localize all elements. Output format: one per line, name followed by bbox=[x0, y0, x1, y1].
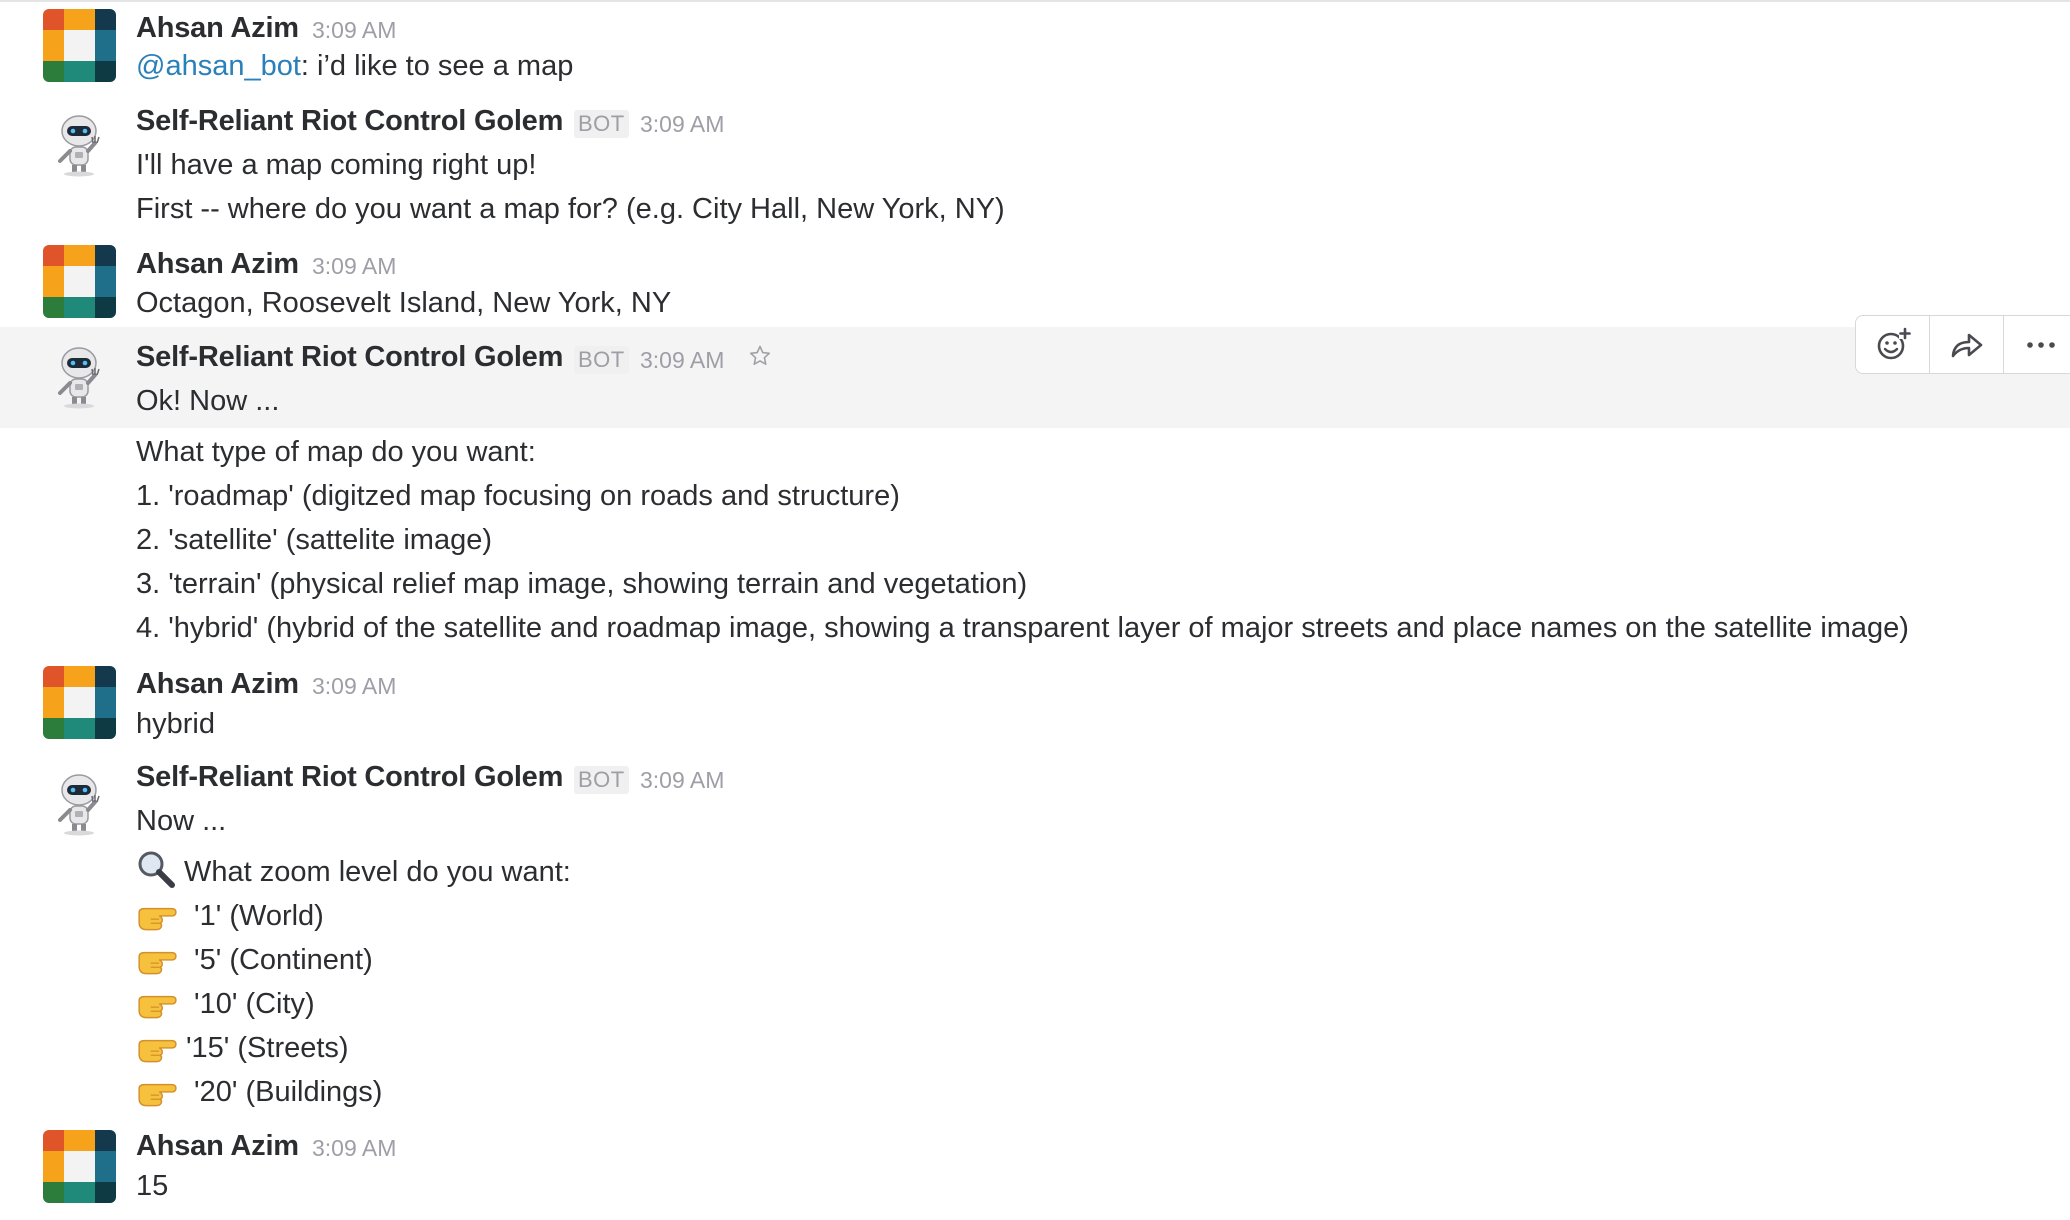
author-name[interactable]: Self-Reliant Riot Control Golem bbox=[136, 761, 563, 794]
author-name[interactable]: Self-Reliant Riot Control Golem bbox=[136, 341, 563, 374]
message-line: 1. 'roadmap' (digitzed map focusing on r… bbox=[136, 480, 900, 512]
pointing-hand-icon bbox=[136, 947, 178, 975]
message-line: I'll have a map coming right up! bbox=[136, 149, 537, 181]
timestamp[interactable]: 3:09 AM bbox=[312, 673, 396, 700]
message-line: Now ... bbox=[136, 805, 227, 837]
zoom-option: '15' (Streets) bbox=[136, 1032, 349, 1065]
message-line: 4. 'hybrid' (hybrid of the satellite and… bbox=[136, 612, 1909, 644]
message-ahsan-3: Ahsan Azim 3:09 AM hybrid bbox=[0, 658, 2070, 758]
author-name[interactable]: Ahsan Azim bbox=[136, 668, 299, 701]
pointing-hand-icon bbox=[136, 1035, 178, 1063]
pointing-hand-icon bbox=[136, 1079, 178, 1107]
zoom-question: What zoom level do you want: bbox=[136, 851, 571, 889]
message-bot-2-continuation: What type of map do you want: 1. 'roadma… bbox=[0, 428, 2070, 658]
message-ahsan-2: Ahsan Azim 3:09 AM Octagon, Roosevelt Is… bbox=[0, 245, 2070, 327]
author-name[interactable]: Ahsan Azim bbox=[136, 1130, 299, 1163]
author-name[interactable]: Ahsan Azim bbox=[136, 12, 299, 45]
message-bot-1: Self-Reliant Riot Control Golem BOT 3:09… bbox=[0, 95, 2070, 245]
message-line: What type of map do you want: bbox=[136, 436, 536, 468]
message-line: Ok! Now ... bbox=[136, 385, 280, 417]
user-avatar[interactable] bbox=[43, 666, 116, 739]
zoom-option: '20' (Buildings) bbox=[136, 1076, 382, 1109]
message-line: hybrid bbox=[136, 708, 215, 740]
bot-badge: BOT bbox=[574, 766, 629, 794]
zoom-option: '5' (Continent) bbox=[136, 944, 373, 977]
more-actions-button[interactable] bbox=[2004, 316, 2070, 373]
timestamp[interactable]: 3:09 AM bbox=[312, 1135, 396, 1162]
message-bot-2-hovered[interactable]: Self-Reliant Riot Control Golem BOT 3:09… bbox=[0, 327, 2070, 428]
magnifying-glass-icon bbox=[138, 851, 175, 889]
author-name[interactable]: Self-Reliant Riot Control Golem bbox=[136, 105, 563, 138]
share-button[interactable] bbox=[1930, 316, 2004, 373]
message-actions-toolbar bbox=[1855, 315, 2070, 374]
message-line: Octagon, Roosevelt Island, New York, NY bbox=[136, 287, 672, 319]
bot-avatar[interactable] bbox=[43, 766, 116, 839]
pointing-hand-icon bbox=[136, 903, 178, 931]
message-line: 2. 'satellite' (sattelite image) bbox=[136, 524, 493, 556]
add-reaction-icon bbox=[1877, 326, 1911, 359]
message-line: 3. 'terrain' (physical relief map image,… bbox=[136, 568, 1028, 600]
timestamp[interactable]: 3:09 AM bbox=[640, 767, 724, 794]
pointing-hand-icon bbox=[136, 991, 178, 1019]
message-ahsan-4: Ahsan Azim 3:09 AM 15 bbox=[0, 1122, 2070, 1220]
star-outline-icon[interactable] bbox=[748, 344, 772, 368]
timestamp[interactable]: 3:09 AM bbox=[312, 253, 396, 280]
message-line: 15 bbox=[136, 1170, 169, 1202]
zoom-option: '10' (City) bbox=[136, 988, 315, 1021]
message-text: @ahsan_bot: i’d like to see a map bbox=[136, 50, 574, 82]
bot-badge: BOT bbox=[574, 110, 629, 138]
timestamp[interactable]: 3:09 AM bbox=[312, 17, 396, 44]
zoom-options-block: What zoom level do you want: '1' (World)… bbox=[0, 851, 2070, 1122]
bot-badge: BOT bbox=[574, 346, 629, 374]
user-avatar[interactable] bbox=[43, 9, 116, 82]
user-mention[interactable]: @ahsan_bot bbox=[136, 50, 301, 82]
add-reaction-button[interactable] bbox=[1856, 316, 1930, 373]
zoom-option: '1' (World) bbox=[136, 900, 324, 933]
more-dots-icon bbox=[2027, 341, 2055, 348]
message-line: First -- where do you want a map for? (e… bbox=[136, 193, 1005, 225]
user-avatar[interactable] bbox=[43, 1130, 116, 1203]
bot-avatar[interactable] bbox=[43, 339, 116, 412]
user-avatar[interactable] bbox=[43, 245, 116, 318]
message-bot-3: Self-Reliant Riot Control Golem BOT 3:09… bbox=[0, 758, 2070, 852]
share-arrow-icon bbox=[1951, 333, 1982, 357]
bot-avatar[interactable] bbox=[43, 107, 116, 180]
timestamp[interactable]: 3:09 AM bbox=[640, 347, 724, 374]
timestamp[interactable]: 3:09 AM bbox=[640, 111, 724, 138]
author-name[interactable]: Ahsan Azim bbox=[136, 248, 299, 281]
message-ahsan-1: Ahsan Azim 3:09 AM @ahsan_bot: i’d like … bbox=[0, 0, 2070, 95]
